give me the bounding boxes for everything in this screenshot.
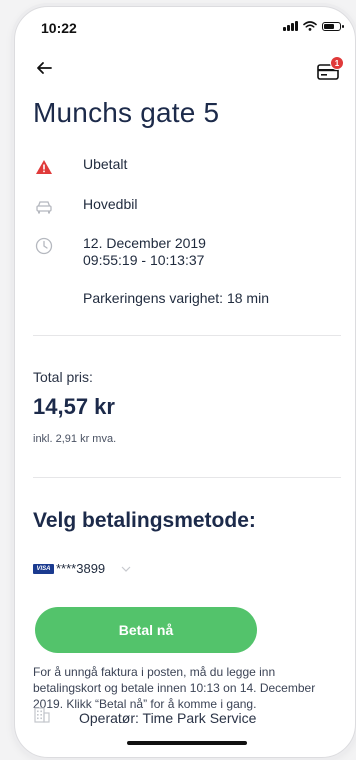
total-price: 14,57 kr xyxy=(33,394,115,419)
divider xyxy=(33,477,341,478)
notification-badge: 1 xyxy=(330,56,344,70)
visa-logo: VISA xyxy=(33,563,54,574)
page-title: Munchs gate 5 xyxy=(33,97,220,128)
arrow-left-icon[interactable] xyxy=(33,57,55,79)
clock-icon xyxy=(33,235,55,257)
payment-status: Ubetalt xyxy=(83,156,128,172)
cards-button[interactable]: 1 xyxy=(317,56,344,83)
operator-row: Operatør: Time Park Service xyxy=(33,706,256,729)
battery-icon xyxy=(322,21,344,31)
signal-icon xyxy=(283,21,298,31)
wifi-icon xyxy=(303,21,317,31)
building-icon xyxy=(33,706,51,729)
chevron-down-icon xyxy=(121,566,131,572)
payment-method-title: Velg betalingsmetode: xyxy=(33,509,256,532)
pay-now-button[interactable]: Betal nå xyxy=(35,607,257,653)
parking-date: 12. December 2019 xyxy=(83,235,206,251)
vehicle-row: Hovedbil xyxy=(33,196,339,218)
total-price-label: Total pris: xyxy=(33,369,93,385)
operator-text: Operatør: Time Park Service xyxy=(79,709,257,726)
duration-row: Parkeringens varighet: 18 min xyxy=(33,290,339,312)
phone-frame: 10:22 1 Munchs gate 5 Ubetalt Hovedbil 1… xyxy=(14,6,356,758)
payment-method-select[interactable]: VISA ****3899 xyxy=(33,561,131,576)
home-indicator[interactable] xyxy=(127,741,247,745)
card-number: ****3899 xyxy=(56,561,106,576)
divider xyxy=(33,335,341,336)
car-icon xyxy=(33,196,55,218)
payment-info-text: For å unngå faktura i posten, må du legg… xyxy=(33,665,316,711)
status-icons xyxy=(283,21,344,31)
vehicle-name: Hovedbil xyxy=(83,196,138,212)
time-row: 12. December 2019 09:55:19 - 10:13:37 xyxy=(33,235,339,269)
parking-duration: Parkeringens varighet: 18 min xyxy=(83,290,269,306)
parking-time: 12. December 2019 09:55:19 - 10:13:37 xyxy=(83,235,206,269)
status-row: Ubetalt xyxy=(33,156,339,178)
status-bar: 10:22 xyxy=(15,7,355,43)
vat-text: inkl. 2,91 kr mva. xyxy=(33,433,117,445)
parking-time-range: 09:55:19 - 10:13:37 xyxy=(83,252,205,268)
status-time: 10:22 xyxy=(41,20,77,36)
warning-triangle-icon xyxy=(33,156,55,178)
